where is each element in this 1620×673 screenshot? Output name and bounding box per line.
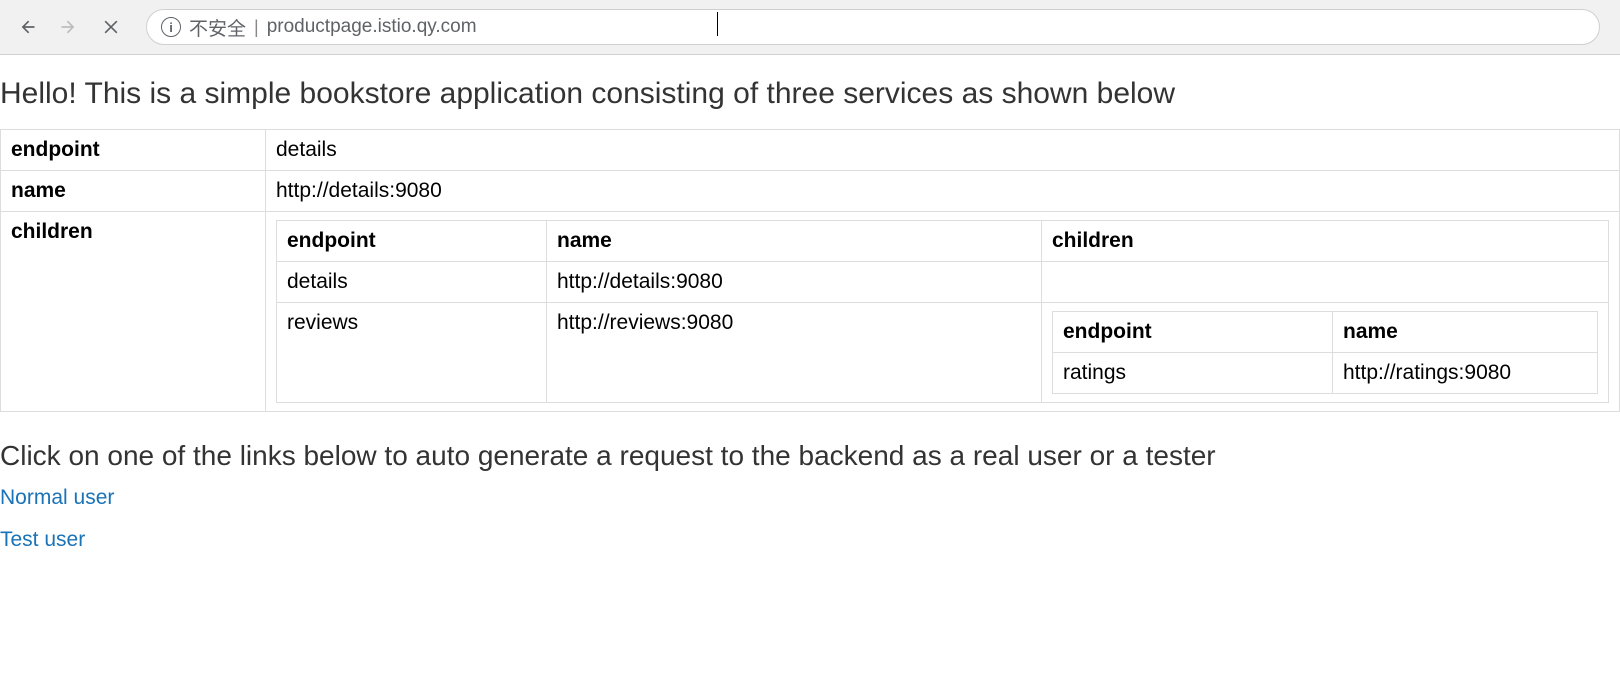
info-icon: i xyxy=(161,17,181,37)
browser-toolbar: i 不安全 | productpage.istio.qy.com xyxy=(0,0,1620,55)
gcol-endpoint: endpoint xyxy=(1053,312,1333,353)
child-endpoint: details xyxy=(277,262,547,303)
child-row: details http://details:9080 xyxy=(277,262,1609,303)
table-header-row: endpoint name children xyxy=(277,221,1609,262)
child-row: reviews http://reviews:9080 endpoint nam… xyxy=(277,303,1609,403)
col-name: name xyxy=(547,221,1042,262)
arrow-right-icon xyxy=(59,17,79,37)
arrow-left-icon xyxy=(17,17,37,37)
label-name: name xyxy=(1,171,266,212)
page-content: Hello! This is a simple bookstore applic… xyxy=(0,77,1620,590)
child-name: http://details:9080 xyxy=(547,262,1042,303)
table-row: name http://details:9080 xyxy=(1,171,1620,212)
test-user-link[interactable]: Test user xyxy=(0,528,1620,552)
label-children: children xyxy=(1,212,266,412)
grandchild-row: ratings http://ratings:9080 xyxy=(1053,353,1598,394)
grandchild-endpoint: ratings xyxy=(1053,353,1333,394)
table-row: children endpoint name children xyxy=(1,212,1620,412)
label-endpoint: endpoint xyxy=(1,130,266,171)
back-button[interactable] xyxy=(10,10,44,44)
text-cursor xyxy=(717,12,718,36)
col-endpoint: endpoint xyxy=(277,221,547,262)
root-name-value: http://details:9080 xyxy=(266,171,1620,212)
col-children: children xyxy=(1042,221,1609,262)
children-cell: endpoint name children details http://de… xyxy=(266,212,1620,412)
service-table: endpoint details name http://details:908… xyxy=(0,129,1620,412)
instruction-text: Click on one of the links below to auto … xyxy=(0,440,1620,472)
children-table: endpoint name children details http://de… xyxy=(276,220,1609,403)
grandchildren-table: endpoint name ratings http://ratings:908 xyxy=(1052,311,1598,394)
address-bar[interactable]: i 不安全 | productpage.istio.qy.com xyxy=(146,9,1600,45)
close-icon xyxy=(101,17,121,37)
root-endpoint-value: details xyxy=(266,130,1620,171)
page-title: Hello! This is a simple bookstore applic… xyxy=(0,77,1620,111)
forward-button[interactable] xyxy=(52,10,86,44)
grandchildren-cell: endpoint name ratings http://ratings:908 xyxy=(1042,303,1609,403)
grandchild-name: http://ratings:9080 xyxy=(1333,353,1598,394)
child-endpoint: reviews xyxy=(277,303,547,403)
insecure-label: 不安全 xyxy=(189,14,246,41)
stop-button[interactable] xyxy=(94,10,128,44)
child-name: http://reviews:9080 xyxy=(547,303,1042,403)
child-children-empty xyxy=(1042,262,1609,303)
gcol-name: name xyxy=(1333,312,1598,353)
url-text: productpage.istio.qy.com xyxy=(267,16,477,38)
table-header-row: endpoint name xyxy=(1053,312,1598,353)
table-row: endpoint details xyxy=(1,130,1620,171)
normal-user-link[interactable]: Normal user xyxy=(0,486,1620,510)
url-separator: | xyxy=(254,17,259,38)
